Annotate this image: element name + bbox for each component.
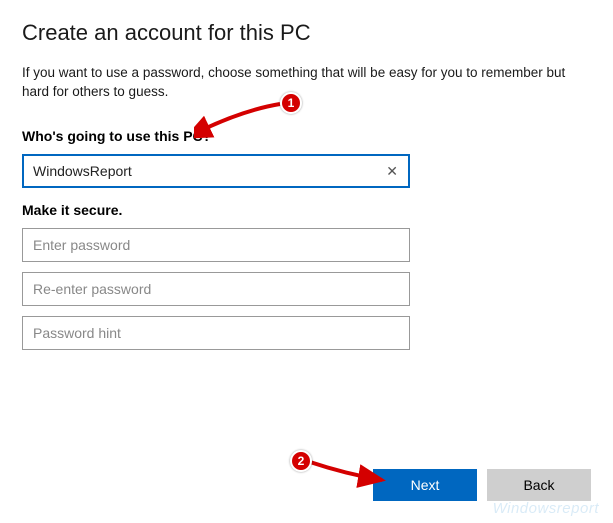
password-hint-input[interactable] [22, 316, 410, 350]
watermark-text: Windowsreport [493, 500, 599, 517]
instruction-text: If you want to use a password, choose so… [22, 64, 591, 102]
reenter-password-input[interactable] [22, 272, 410, 306]
secure-section-label: Make it secure. [22, 202, 591, 218]
annotation-badge-1: 1 [280, 92, 302, 114]
page-title: Create an account for this PC [22, 20, 591, 46]
annotation-arrow-2-icon [306, 456, 390, 488]
annotation-badge-2: 2 [290, 450, 312, 472]
back-button[interactable]: Back [487, 469, 591, 501]
username-input[interactable] [22, 154, 410, 188]
username-input-wrap: ✕ [22, 154, 410, 188]
username-section-label: Who's going to use this PC? [22, 128, 591, 144]
clear-input-icon[interactable]: ✕ [382, 160, 402, 182]
password-input[interactable] [22, 228, 410, 262]
footer-buttons: Next Back [373, 469, 591, 501]
annotation-arrow-1-icon [194, 100, 286, 140]
